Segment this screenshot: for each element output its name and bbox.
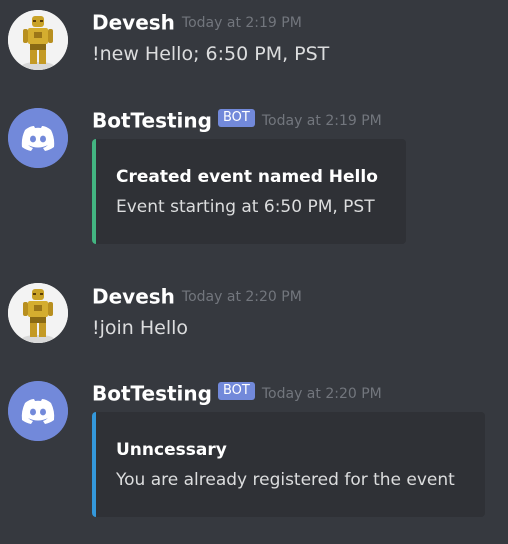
username[interactable]: Devesh [92,11,175,35]
timestamp[interactable]: Today at 2:19 PM [182,15,302,31]
embed: Created event named Hello Event starting… [92,139,406,244]
embed-title: Created event named Hello [116,167,378,187]
robot-figure-icon [8,283,68,343]
timestamp[interactable]: Today at 2:20 PM [182,289,302,305]
message-text: !join Hello [92,317,189,339]
embed: Unncessary You are already registered fo… [92,412,485,517]
username[interactable]: BotTesting [92,382,212,406]
embed-color-bar [92,139,96,244]
embed-title: Unncessary [116,440,227,460]
bot-avatar[interactable] [8,108,68,168]
bot-avatar[interactable] [8,381,68,441]
discord-logo-icon [8,108,68,168]
embed-description: Event starting at 6:50 PM, PST [116,197,375,217]
message-text: !new Hello; 6:50 PM, PST [92,43,330,65]
bot-tag: BOT [217,381,255,400]
username[interactable]: Devesh [92,285,175,309]
chat-messages: Devesh Today at 2:19 PM !new Hello; 6:50 … [0,0,508,544]
message-header: BotTesting BOT Today at 2:19 PM [92,108,382,133]
user-avatar[interactable] [8,10,68,70]
embed-description: You are already registered for the event [116,470,455,490]
robot-figure-icon [8,10,68,70]
username[interactable]: BotTesting [92,109,212,133]
bot-tag: BOT [217,108,255,127]
message-header: Devesh Today at 2:19 PM [92,10,302,35]
timestamp[interactable]: Today at 2:19 PM [262,113,382,129]
message-header: Devesh Today at 2:20 PM [92,284,302,309]
user-avatar[interactable] [8,283,68,343]
message-header: BotTesting BOT Today at 2:20 PM [92,381,382,406]
timestamp[interactable]: Today at 2:20 PM [262,386,382,402]
embed-color-bar [92,412,96,517]
discord-logo-icon [8,381,68,441]
